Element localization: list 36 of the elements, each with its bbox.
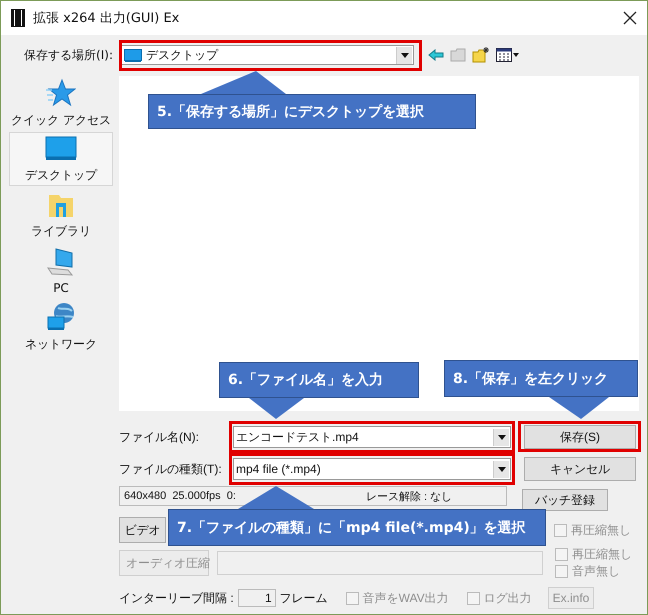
interleave-field[interactable]: 1 xyxy=(238,589,276,607)
batch-button[interactable]: バッチ登録 xyxy=(522,489,608,511)
info-text: レース解除 : なし xyxy=(366,490,452,504)
filename-field[interactable]: エンコードテスト.mp4 xyxy=(233,426,511,448)
callout-pointer xyxy=(549,397,609,419)
filetype-dropdown[interactable]: mp4 file (*.mp4) xyxy=(233,458,511,480)
callout-pointer xyxy=(249,398,304,419)
window-title: 拡張 x264 出力(GUI) Ex xyxy=(33,10,180,27)
sidebar-item[interactable]: PC xyxy=(9,244,113,298)
cancel-button[interactable]: キャンセル xyxy=(524,457,636,481)
video-button[interactable]: ビデオ xyxy=(119,517,166,543)
dropdown-arrow-icon[interactable] xyxy=(400,52,408,58)
sidebar-item[interactable]: クイック アクセス xyxy=(9,76,113,130)
dropdown-arrow-icon[interactable] xyxy=(498,466,506,472)
back-arrow-icon[interactable] xyxy=(428,49,444,61)
interleave-label: インターリーブ間隔 : xyxy=(119,590,234,606)
close-icon[interactable] xyxy=(623,11,637,25)
location-label: 保存する場所(I): xyxy=(23,46,114,64)
computer-icon xyxy=(46,247,76,277)
info-text: 640x480 25.000fps 0: xyxy=(124,490,236,502)
location-dropdown[interactable]: デスクトップ xyxy=(119,45,414,65)
filename-label: ファイル名(N): xyxy=(119,428,200,446)
app-icon xyxy=(11,9,25,27)
sidebar-item[interactable]: デスクトップ xyxy=(9,132,113,186)
frame-unit-label: フレーム xyxy=(280,590,328,606)
desktop-icon xyxy=(45,134,77,162)
network-icon xyxy=(46,302,76,332)
view-menu-icon[interactable] xyxy=(496,48,520,62)
sidebar-item[interactable]: ネットワーク xyxy=(9,300,113,354)
save-button[interactable]: 保存(S) xyxy=(524,425,636,449)
desktop-icon xyxy=(124,48,142,62)
filetype-label: ファイルの種類(T): xyxy=(119,460,223,478)
new-folder-icon[interactable] xyxy=(472,47,490,63)
dropdown-arrow-icon[interactable] xyxy=(498,434,506,440)
star-icon xyxy=(46,78,76,108)
sidebar-item[interactable]: ライブラリ xyxy=(9,188,113,242)
